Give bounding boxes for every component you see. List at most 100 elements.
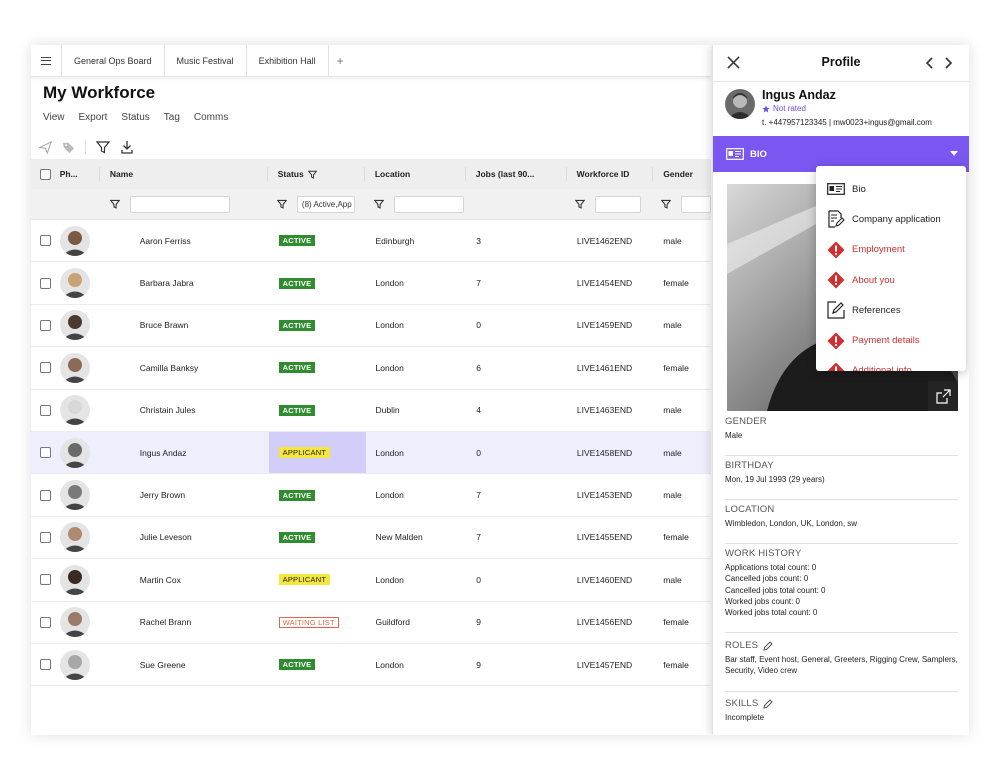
- work-history-item: Worked jobs total count: 0: [725, 608, 818, 618]
- dropdown-item-employment[interactable]: Employment: [816, 235, 966, 265]
- roles-label-row: ROLES: [725, 640, 958, 651]
- work-history-item: Cancelled jobs total count: 0: [725, 585, 826, 595]
- header-photo[interactable]: Ph...: [60, 167, 100, 181]
- skills-section: SKILLS Incomplete: [725, 698, 958, 723]
- tab-general-ops-board[interactable]: General Ops Board: [62, 45, 165, 76]
- table-row[interactable]: Bruce Brawn ACTIVE London 0 LIVE1459END male: [31, 305, 711, 348]
- dropdown-item-payment-details[interactable]: Payment details: [816, 325, 966, 355]
- table-row[interactable]: Jerry Brown ACTIVE London 7 LIVE1453END male: [31, 474, 711, 517]
- dropdown-item-additional-info[interactable]: Additional info: [816, 356, 966, 371]
- header-workforce-id[interactable]: Workforce ID: [567, 167, 654, 181]
- download-icon[interactable]: [120, 140, 134, 154]
- dropdown-item-label: Employment: [852, 244, 905, 256]
- gender-filter-input[interactable]: [680, 195, 711, 213]
- status-badge: APPLICANT: [278, 574, 331, 586]
- table-row[interactable]: Julie Leveson ACTIVE New Malden 7 LIVE1455EN…: [31, 517, 711, 560]
- row-checkbox[interactable]: [39, 404, 51, 416]
- row-checkbox[interactable]: [39, 362, 51, 374]
- profile-avatar: [725, 89, 755, 119]
- row-checkbox[interactable]: [39, 235, 51, 247]
- gender-cell: male: [663, 447, 682, 458]
- filter-icon[interactable]: [574, 199, 585, 209]
- add-tab-button[interactable]: +: [329, 45, 352, 76]
- row-checkbox[interactable]: [39, 489, 51, 501]
- filter-icon[interactable]: [109, 199, 120, 209]
- work-history-item: Cancelled jobs count: 0: [725, 574, 809, 584]
- menu-comms[interactable]: Comms: [194, 112, 228, 123]
- select-all-checkbox[interactable]: [39, 168, 51, 180]
- dropdown-item-company-application[interactable]: Company application: [816, 204, 966, 234]
- filter-icon[interactable]: [276, 199, 287, 209]
- dropdown-item-about-you[interactable]: About you: [816, 265, 966, 295]
- name-cell: Rachel Brann: [139, 617, 192, 628]
- menu-view[interactable]: View: [43, 112, 65, 123]
- location-cell: London: [375, 362, 404, 373]
- header-jobs[interactable]: Jobs (last 90...: [466, 167, 567, 181]
- warning-icon: [826, 271, 845, 290]
- menu-status[interactable]: Status: [121, 112, 149, 123]
- filter-icon[interactable]: [96, 140, 110, 154]
- section-selector-label: BIO: [750, 148, 767, 160]
- chevron-left-icon[interactable]: [925, 57, 934, 71]
- row-select-cell: [31, 447, 60, 459]
- status-filter-input[interactable]: (8) Active,App: [296, 195, 355, 213]
- dropdown-item-label: Bio: [852, 183, 866, 195]
- header-location[interactable]: Location: [365, 167, 466, 181]
- status-cell: ACTIVE: [269, 220, 366, 261]
- send-icon[interactable]: [39, 140, 52, 154]
- table-row[interactable]: Sue Greene ACTIVE London 9 LIVE1457END female: [31, 644, 711, 687]
- location-cell: London: [375, 278, 404, 289]
- row-checkbox[interactable]: [39, 447, 51, 459]
- menu-tag[interactable]: Tag: [164, 112, 180, 123]
- filter-icon[interactable]: [660, 199, 671, 209]
- avatar: [59, 310, 90, 341]
- header-status-cell[interactable]: Status: [268, 167, 365, 181]
- id-card-icon: [826, 180, 845, 199]
- dropdown-item-references[interactable]: References: [816, 295, 966, 325]
- filter-icon[interactable]: [373, 199, 384, 209]
- row-checkbox[interactable]: [39, 659, 51, 671]
- chevron-right-icon[interactable]: [944, 57, 953, 71]
- name-filter-input[interactable]: [129, 195, 230, 213]
- row-select-cell: [31, 362, 60, 374]
- tab-music-festival[interactable]: Music Festival: [165, 45, 247, 76]
- pencil-icon[interactable]: [763, 640, 773, 651]
- table-row[interactable]: Martin Cox APPLICANT London 0 LIVE1460END mal…: [31, 559, 711, 602]
- dropdown-item-bio[interactable]: Bio: [816, 174, 966, 204]
- row-checkbox[interactable]: [39, 574, 51, 586]
- menu-export[interactable]: Export: [79, 112, 108, 123]
- rating[interactable]: Not rated: [762, 104, 806, 113]
- row-checkbox[interactable]: [39, 277, 51, 289]
- location-cell: New Malden: [375, 532, 423, 543]
- dropdown-item-label: References: [852, 304, 901, 316]
- header-gender[interactable]: Gender: [653, 169, 711, 179]
- hamburger-menu-icon[interactable]: [31, 45, 62, 76]
- jobs-cell: 4: [476, 405, 481, 416]
- row-select-cell: [31, 235, 60, 247]
- table-row[interactable]: Barbara Jabra ACTIVE London 7 LIVE1454END fem…: [31, 262, 711, 305]
- table-row[interactable]: Rachel Brann WAITING LIST Guildford 9 LIVE14…: [31, 602, 711, 644]
- table-row[interactable]: Aaron Ferriss ACTIVE Edinburgh 3 LIVE1462END…: [31, 220, 711, 263]
- workforce-id-filter-input[interactable]: [594, 195, 641, 213]
- header-name[interactable]: Name: [100, 167, 268, 181]
- row-checkbox[interactable]: [39, 531, 51, 543]
- location-section: LOCATION Wimbledon, London, UK, London, …: [725, 504, 958, 529]
- table-row[interactable]: Christain Jules ACTIVE Dublin 4 LIVE1463END m…: [31, 390, 711, 432]
- avatar: [59, 522, 90, 553]
- tag-icon[interactable]: [62, 141, 75, 154]
- avatar: [59, 268, 90, 299]
- open-external-icon[interactable]: [928, 381, 958, 411]
- row-checkbox[interactable]: [39, 616, 51, 628]
- filter-icon[interactable]: [307, 170, 317, 179]
- pencil-icon[interactable]: [763, 698, 774, 709]
- location-filter-cell: [364, 195, 465, 213]
- location-filter-input[interactable]: [393, 195, 464, 213]
- workforce-id-cell: LIVE1462END: [576, 235, 633, 246]
- workforce-id-cell: LIVE1459END: [576, 320, 633, 331]
- table-row[interactable]: Ingus Andaz APPLICANT London 0 LIVE1458END ma…: [31, 431, 711, 475]
- status-badge: APPLICANT: [278, 447, 331, 459]
- name-cell: Martin Cox: [139, 574, 181, 585]
- row-checkbox[interactable]: [39, 319, 51, 331]
- table-row[interactable]: Camilla Banksy ACTIVE London 6 LIVE1461END fe…: [31, 347, 711, 390]
- tab-exhibition-hall[interactable]: Exhibition Hall: [247, 45, 329, 76]
